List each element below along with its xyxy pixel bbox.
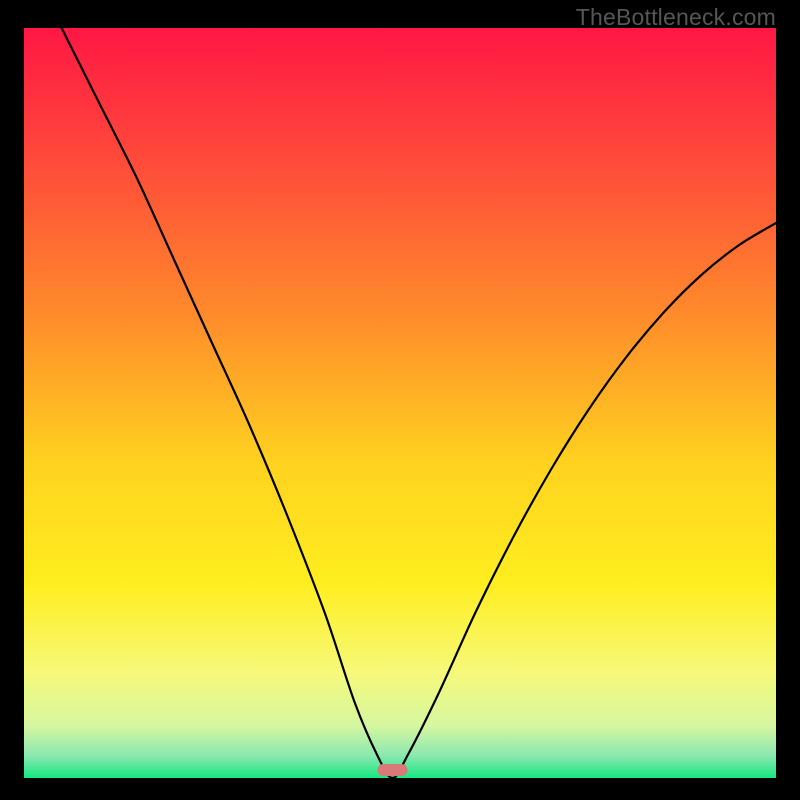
watermark-text: TheBottleneck.com (576, 4, 776, 31)
gradient-background (24, 28, 776, 778)
optimum-marker (377, 764, 407, 776)
bottleneck-chart (24, 28, 776, 778)
chart-container: TheBottleneck.com (0, 0, 800, 800)
